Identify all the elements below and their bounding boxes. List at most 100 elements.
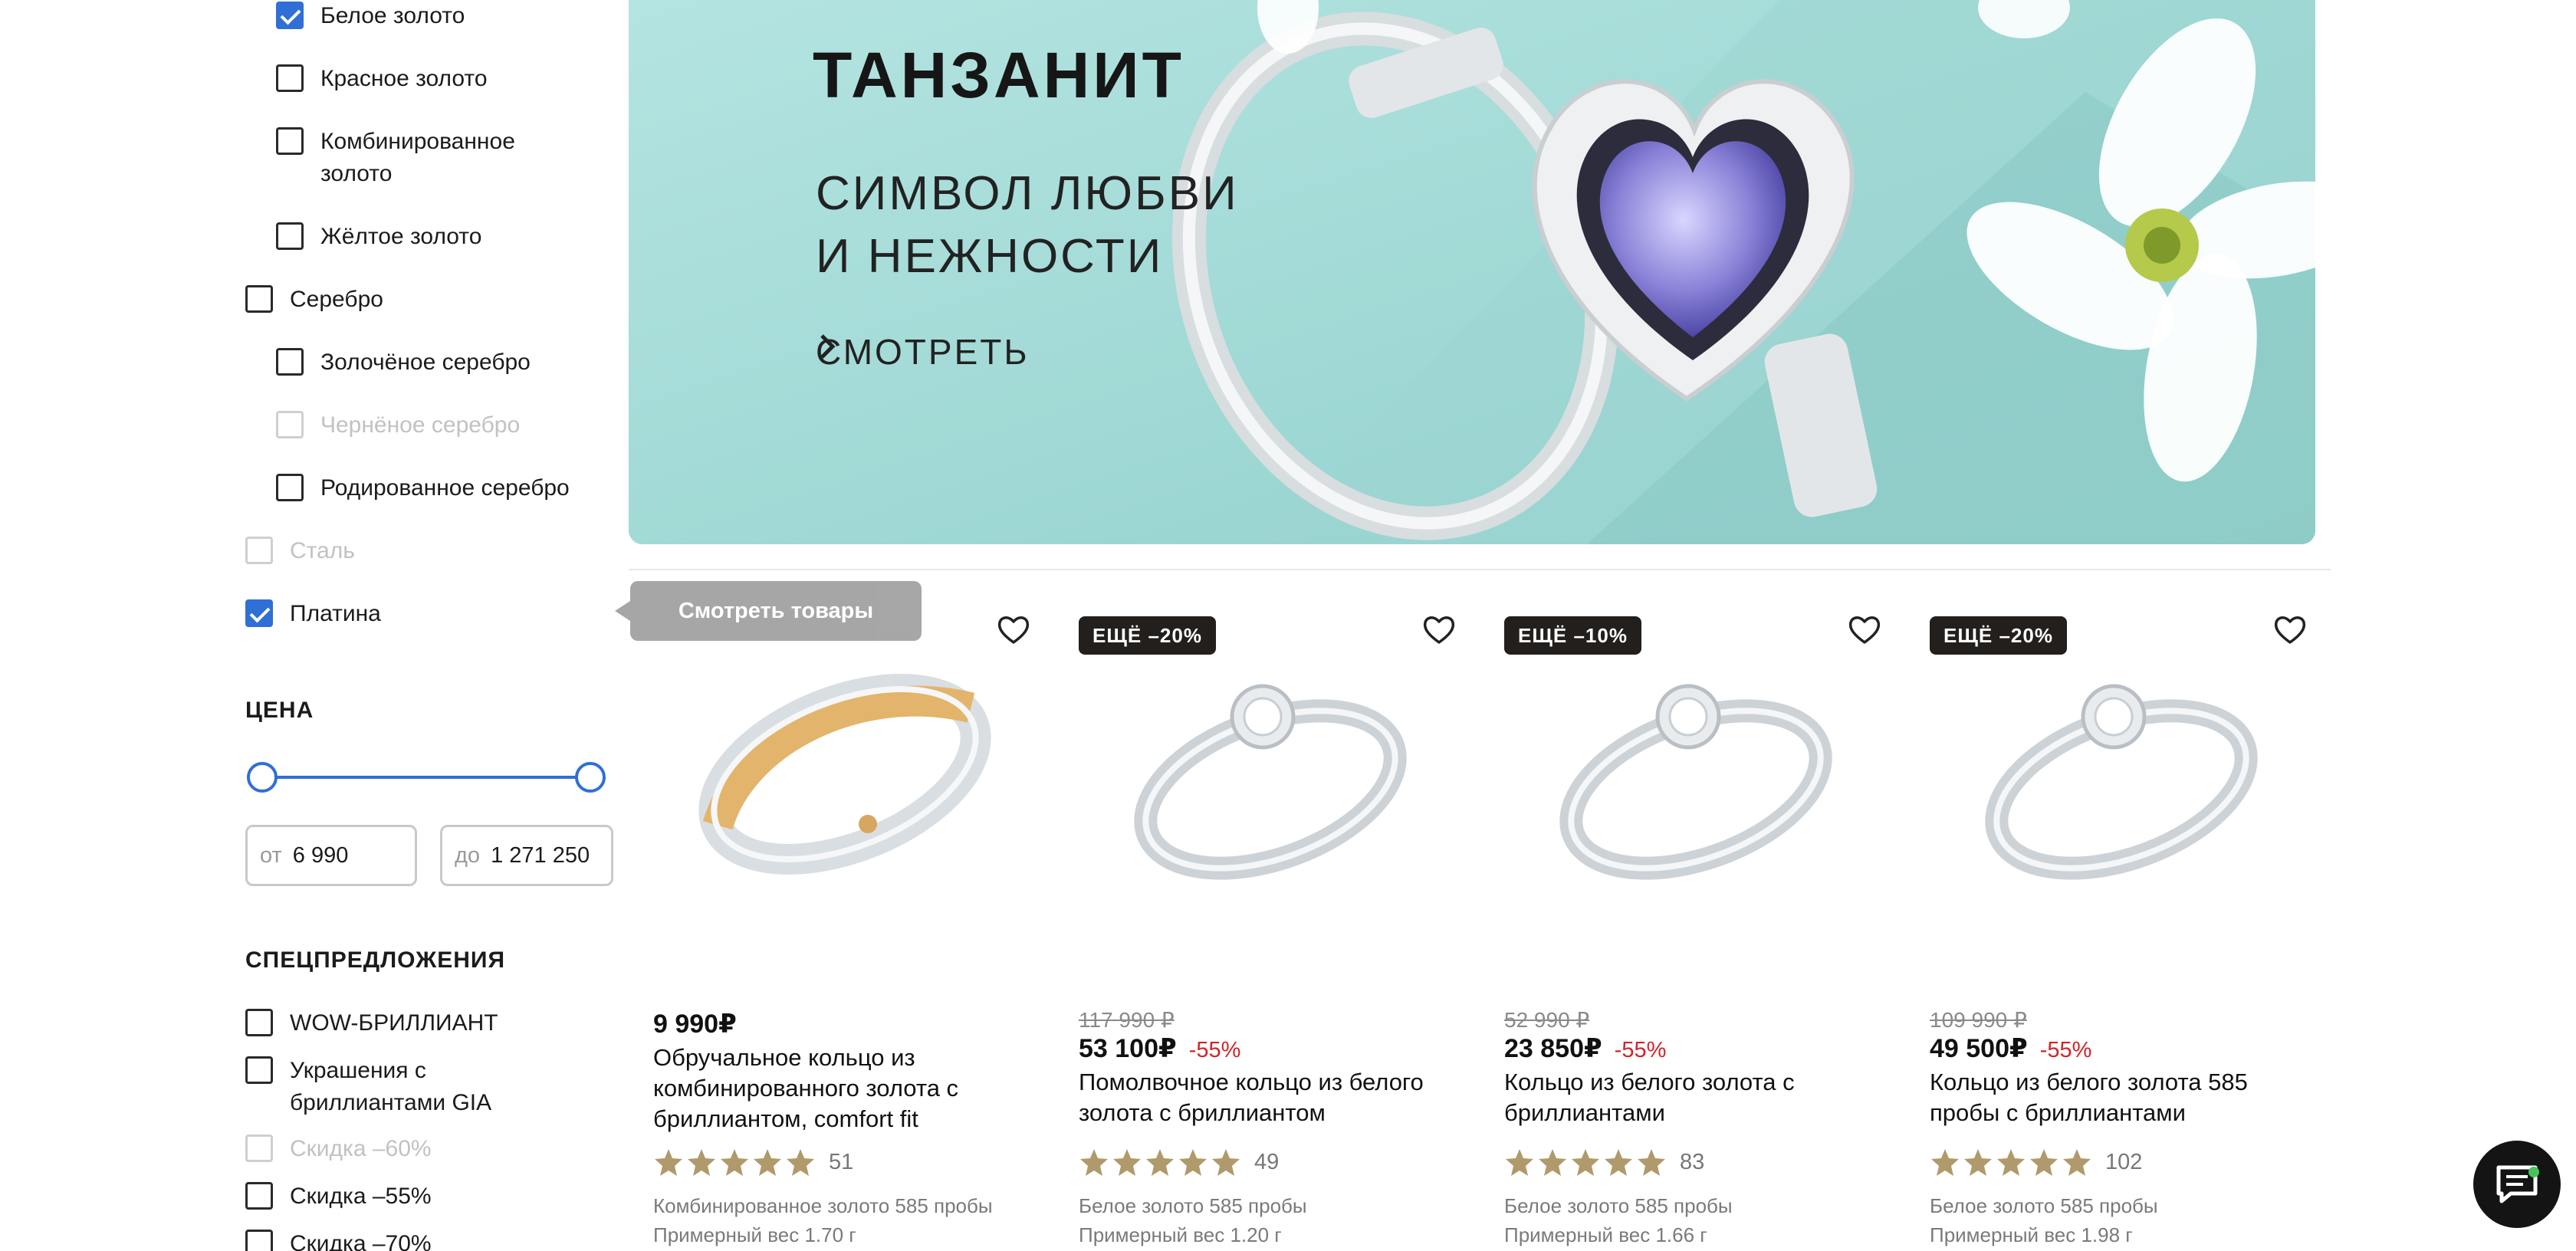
star-icon (1211, 1147, 1241, 1177)
star-icon (1636, 1147, 1667, 1177)
star-icon (1504, 1147, 1535, 1177)
heart-outline-icon[interactable] (995, 612, 1032, 648)
price-to-value[interactable]: 1 271 250 (491, 843, 590, 868)
filter-metal-red-gold[interactable]: Красное золото (276, 63, 488, 95)
promo-banner[interactable]: ТАНЗАНИТ СИМВОЛ ЛЮБВИ И НЕЖНОСТИ СМОТРЕТ… (629, 0, 2315, 544)
product-title-link[interactable]: Кольцо из белого золота 585 пробы с брил… (1930, 1067, 2313, 1128)
checkbox-icon[interactable] (245, 285, 273, 313)
price-row: 49 500₽ -55% (1930, 1033, 2091, 1064)
price-slider-min-handle[interactable] (247, 762, 278, 793)
price-from-value[interactable]: 6 990 (293, 843, 349, 868)
filter-special-discount-60: Скидка –60% (245, 1133, 432, 1165)
product-meta: Белое золото 585 пробы Примерный вес 1.66… (1504, 1191, 1733, 1249)
discount-percent: -55% (1614, 1038, 1667, 1062)
product-card[interactable]: ЕЩЁ –20% 109 990 ₽49 500₽ -55% Кольцо из бе… (1930, 598, 2328, 1251)
checkbox-icon[interactable] (245, 1009, 273, 1036)
price-row: 23 850₽ -55% (1504, 1033, 1666, 1064)
product-card[interactable]: ЕЩЁ –10% 52 990 ₽23 850₽ -55% Кольцо из бел… (1504, 598, 1903, 1251)
checkbox-icon[interactable] (276, 474, 304, 501)
product-material: Белое золото 585 пробы (1930, 1194, 2158, 1217)
banner-cta-label[interactable]: СМОТРЕТЬ (816, 331, 1030, 373)
show-products-tooltip-button[interactable]: Смотреть товары (615, 581, 922, 641)
product-title-link[interactable]: Обручальное кольцо из комбинированного з… (653, 1042, 1037, 1134)
heart-outline-icon[interactable] (1421, 612, 1457, 648)
filter-option-label: Скидка –55% (290, 1184, 432, 1209)
review-count[interactable]: 102 (2105, 1150, 2142, 1175)
star-icon (1963, 1147, 1993, 1177)
product-title-link[interactable]: Кольцо из белого золота с бриллиантами (1504, 1067, 1888, 1128)
product-title-link[interactable]: Помолвочное кольцо из белого золота с бр… (1079, 1067, 1462, 1128)
filter-metal-white-gold[interactable]: Белое золото (276, 0, 465, 32)
current-price: 23 850₽ (1504, 1034, 1602, 1063)
review-count[interactable]: 51 (829, 1150, 853, 1175)
filter-option-label: Белое золото (320, 3, 465, 28)
checkbox-icon[interactable] (276, 127, 304, 155)
heart-outline-icon[interactable] (2272, 612, 2308, 648)
filter-metal-blackened-silver: Чернёное серебро (276, 409, 520, 442)
filter-metal-yellow-gold[interactable]: Жёлтое золото (276, 221, 481, 253)
product-card[interactable]: ЕЩЁ –20% 117 990 ₽53 100₽ -55% Помолвочное … (1079, 598, 1477, 1251)
filter-metal-platinum[interactable]: Платина (245, 598, 381, 630)
tooltip-label[interactable]: Смотреть товары (678, 599, 873, 624)
checkbox-checked-icon[interactable] (276, 2, 304, 29)
current-price: 9 990₽ (653, 1010, 737, 1039)
filter-metal-steel: Сталь (245, 535, 355, 567)
checkbox-icon[interactable] (245, 1230, 273, 1251)
product-weight: Примерный вес 1.70 г (653, 1223, 856, 1246)
heart-outline-icon[interactable] (1846, 612, 1883, 648)
price-from-prefix: от (260, 842, 282, 868)
checkbox-checked-icon[interactable] (245, 599, 273, 627)
price-to-prefix: до (455, 842, 481, 868)
star-icon (1570, 1147, 1601, 1177)
current-price: 49 500₽ (1930, 1034, 2028, 1063)
filter-special-discount-70[interactable]: Скидка –70% (245, 1228, 432, 1251)
banner-title: ТАНЗАНИТ (813, 39, 1184, 111)
price-slider-track[interactable] (262, 776, 590, 779)
price-row: 53 100₽ -55% (1079, 1033, 1240, 1064)
checkbox-icon[interactable] (276, 222, 304, 250)
star-icon (1996, 1147, 2026, 1177)
old-price: 109 990 ₽ (1930, 1008, 2027, 1032)
filter-special-discount-55[interactable]: Скидка –55% (245, 1180, 432, 1213)
checkbox-icon[interactable] (276, 64, 304, 92)
filter-option-label: Скидка –70% (290, 1231, 432, 1251)
filter-metal-combined-gold[interactable]: Комбинированное золото (276, 126, 552, 190)
filter-option-label: WOW-БРИЛЛИАНТ (290, 1010, 498, 1036)
checkbox-icon[interactable] (245, 1182, 273, 1210)
product-weight: Примерный вес 1.20 г (1079, 1223, 1282, 1246)
star-icon (1112, 1147, 1142, 1177)
banner-subtitle-line1: СИМВОЛ ЛЮБВИ (816, 167, 1239, 220)
filter-metal-gilded-silver[interactable]: Золочёное серебро (276, 346, 531, 379)
checkbox-icon[interactable] (245, 1056, 273, 1084)
online-indicator (2528, 1167, 2539, 1177)
filter-metal-rhodium-silver[interactable]: Родированное серебро (276, 472, 570, 504)
filter-option-label: Чернёное серебро (320, 412, 521, 438)
price-from-input[interactable]: от 6 990 (245, 825, 417, 886)
product-material: Комбинированное золото 585 пробы (653, 1194, 993, 1217)
filter-special-gia[interactable]: Украшения с бриллиантами GIA (245, 1055, 552, 1119)
old-price: 117 990 ₽ (1079, 1008, 1175, 1032)
filter-option-label: Серебро (290, 287, 383, 312)
chat-button[interactable] (2473, 1141, 2561, 1228)
filter-option-label: Жёлтое золото (320, 224, 482, 249)
product-material: Белое золото 585 пробы (1079, 1194, 1307, 1217)
filter-option-label: Платина (290, 601, 381, 626)
product-card[interactable]: 9 990₽ Обручальное кольцо из комбинирован… (653, 598, 1052, 1251)
star-icon (2062, 1147, 2092, 1177)
review-count[interactable]: 83 (1680, 1150, 1704, 1175)
price-to-input[interactable]: до 1 271 250 (440, 825, 613, 886)
product-weight: Примерный вес 1.66 г (1504, 1223, 1707, 1246)
special-offers-title: СПЕЦПРЕДЛОЖЕНИЯ (245, 947, 506, 973)
banner-cta-link[interactable]: СМОТРЕТЬ (816, 331, 1048, 373)
price-slider-max-handle[interactable] (575, 762, 606, 793)
review-count[interactable]: 49 (1254, 1150, 1279, 1175)
filter-special-wow[interactable]: WOW-БРИЛЛИАНТ (245, 1007, 498, 1039)
checkbox-icon[interactable] (276, 348, 304, 376)
star-icon (1079, 1147, 1109, 1177)
filter-option-label: Красное золото (320, 66, 488, 91)
checkbox-icon (276, 411, 304, 438)
discount-badge: ЕЩЁ –20% (1079, 616, 1216, 655)
filter-option-label: Родированное серебро (320, 475, 570, 501)
filter-option-label: Сталь (290, 538, 355, 563)
filter-metal-silver[interactable]: Серебро (245, 284, 383, 316)
